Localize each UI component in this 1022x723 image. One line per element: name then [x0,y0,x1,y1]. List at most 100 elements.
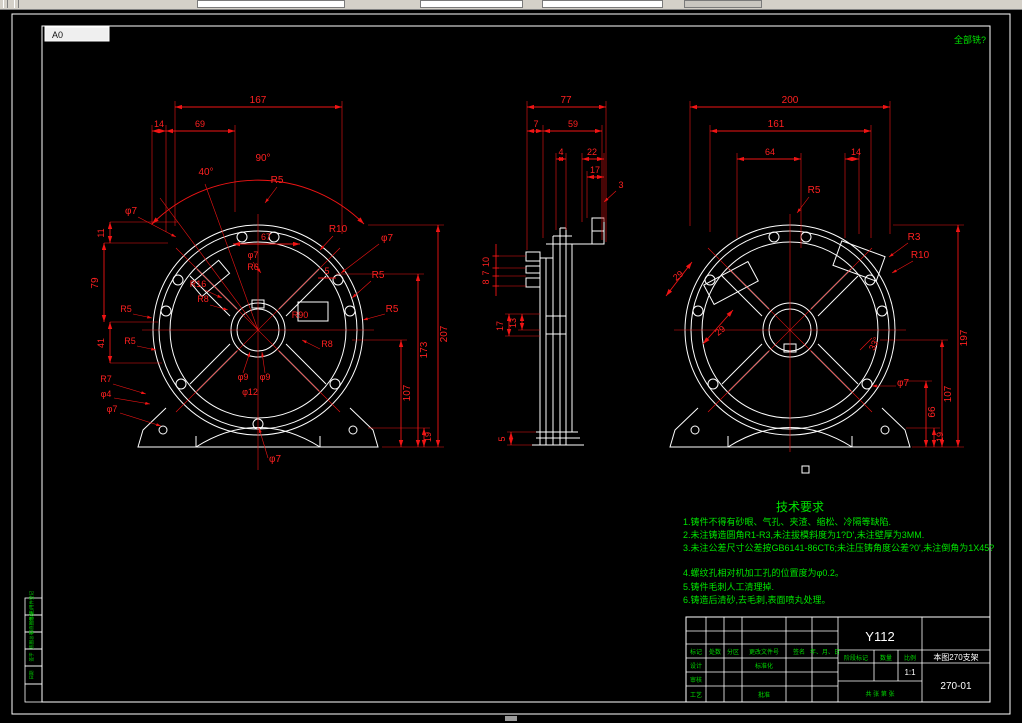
dim-label: R5 [386,304,399,315]
dim-label: 67 [261,232,271,242]
toolbar-field-2[interactable] [420,0,523,8]
toolbar-grip-2[interactable] [14,0,19,8]
dim-label: R3 [908,232,921,243]
tb-name: 本图270支架 [933,652,978,662]
dim-label: 4 [558,147,563,157]
dim-label: 197 [959,329,970,346]
dim-label: 14 [154,119,164,129]
drawing-canvas[interactable]: A0 全部铣? 借(通)用件登记 旧底图总号 底图总号 签字 日期 167 14… [0,0,1022,723]
dim-label: 19 [935,432,945,442]
dim-label: 22 [587,147,597,157]
dim-label: R10 [911,250,930,261]
tech-line: 2.未注铸造圆角R1-R3,未注拔模斜度为1?D',未注壁厚为3MM. [683,529,924,540]
tb-row-std: 标准化 [755,662,773,670]
dim-label: 5 [497,436,507,441]
tb-cell-qty: 数量 [880,654,892,662]
tb-header-doc: 更改文件号 [749,648,779,656]
drawing-svg[interactable]: A0 全部铣? 借(通)用件登记 旧底图总号 底图总号 签字 日期 167 14… [0,0,1022,723]
tb-header-zone: 分区 [727,648,739,656]
cad-window: A0 全部铣? 借(通)用件登记 旧底图总号 底图总号 签字 日期 167 14… [0,0,1022,723]
tech-line: 3.未注公差尺寸公差按GB6141-86CT6;未注压铸角度公差?0',未注倒角… [683,542,994,553]
dim-label: R90 [292,310,309,320]
dim-label: 200 [782,95,799,106]
tb-sheets: 共 张 第 张 [865,690,894,698]
dim-label: φ4 [101,389,112,399]
dim-label: 77 [560,95,572,106]
dim-label: φ7 [897,378,909,389]
strip-label: 底图总号 [28,631,35,649]
tech-title: 技术要求 [776,500,824,514]
dim-label: 173 [419,341,430,358]
dim-label: 5 [324,266,329,276]
dim-label: R6 [247,262,259,272]
tech-line: 5.铸件毛刺人工清理掉. [683,581,774,592]
toolbar-field-3[interactable] [542,0,663,8]
dim-label: φ9 [260,372,271,382]
tb-scale-value: 1:1 [904,668,916,677]
canvas-background [0,0,1022,723]
dim-label: 7 [533,119,538,129]
dim-label: R8 [321,339,333,349]
dim-label: 79 [90,277,101,289]
dim-label: R5 [124,336,136,346]
dim-label: 107 [943,385,954,402]
dim-label: φ7 [107,404,118,414]
dim-label: 161 [768,119,785,130]
dim-label: 69 [195,119,205,129]
dim-label: R16 [190,279,207,289]
bottom-fragment [505,716,517,721]
dim-label: 7 [481,270,491,275]
dim-label: 64 [765,147,775,157]
tb-row-design: 设计 [690,662,702,670]
tb-row-check: 审核 [690,676,702,684]
strip-label: 旧底图总号 [28,611,35,634]
dim-label: 41 [96,338,106,348]
tb-cell-stage: 阶段标记 [844,654,868,662]
toolbar [0,0,1022,10]
dim-label: 167 [250,95,267,106]
dim-label: 8 [481,279,491,284]
dim-label: φ7 [125,206,137,217]
tb-header-count: 处数 [709,648,721,656]
dim-label: 19 [423,432,433,442]
tech-line: 1.铸件不得有砂眼、气孔、夹渣、缩松、冷隔等缺陷. [683,516,891,527]
dim-label: φ7 [269,454,281,465]
tb-header-mark: 标记 [690,648,702,656]
dim-label: R5 [372,270,385,281]
dim-label: φ7 [381,233,393,244]
tb-drawing-no: 270-01 [940,681,972,692]
dim-label: 3 [618,180,623,190]
dim-label: 207 [439,325,450,342]
tb-header-date: 年、月、日 [810,648,840,656]
dim-label: 66 [927,406,938,418]
tb-cell-scale: 比例 [904,654,916,662]
strip-label: 签字 [28,652,34,661]
dim-label: 90° [255,153,270,164]
dim-label: R5 [271,175,284,186]
tech-line: 6.铸造后清砂,去毛刺,表面喷丸处理。 [683,594,831,605]
tb-row-approve: 批准 [758,691,770,699]
tb-row-process: 工艺 [690,691,702,699]
dim-label: R5 [120,304,132,314]
dim-label: 17 [590,165,600,175]
toolbar-field-1[interactable] [197,0,345,8]
sheet-size-label: A0 [52,30,63,40]
toolbar-field-4[interactable] [684,0,762,8]
dim-label: 13 [508,318,518,328]
corner-note: 全部铣? [954,34,986,45]
dim-label: 11 [96,228,106,237]
dim-label: φ7 [248,250,259,260]
dim-label: R7 [100,374,112,384]
dim-label: 17 [495,321,505,331]
dim-label: 10 [481,257,491,267]
tb-header-sign: 签名 [793,648,805,656]
dim-label: R10 [329,224,348,235]
dim-label: R5 [808,185,821,196]
dim-label: 40° [198,167,213,178]
tb-model: Y112 [865,629,894,644]
dim-label: R8 [197,294,209,304]
toolbar-grip-1[interactable] [3,0,8,8]
tech-line: 4.螺纹孔相对机加工孔的位置度为φ0.2。 [683,567,844,578]
dim-label: 59 [568,119,578,129]
dim-label: 107 [402,384,413,401]
